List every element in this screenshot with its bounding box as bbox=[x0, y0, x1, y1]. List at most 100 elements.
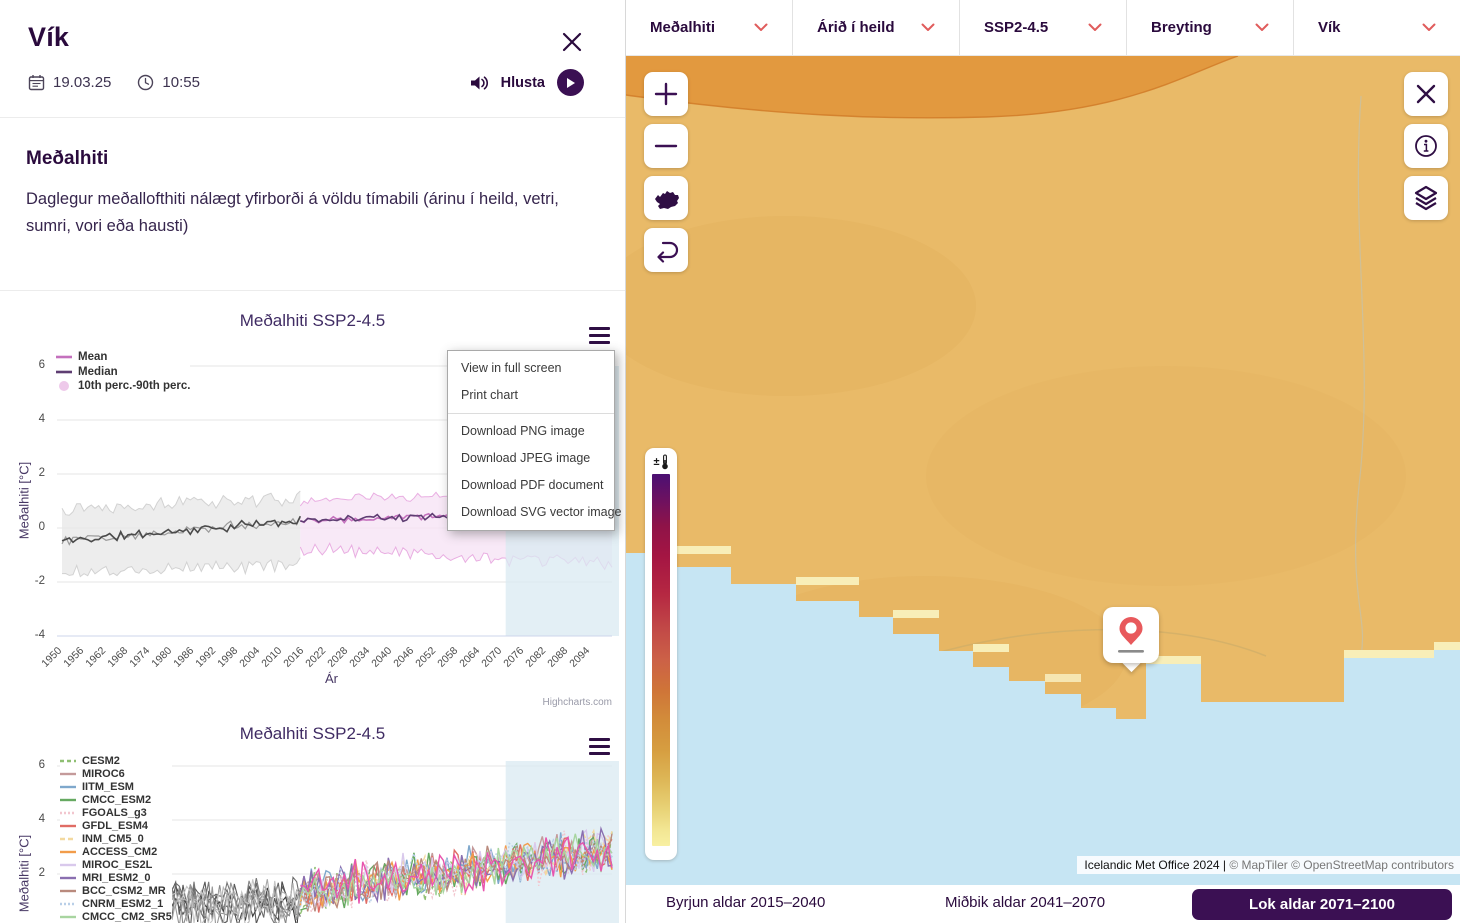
hamburger-menu-icon[interactable] bbox=[589, 738, 610, 755]
zoom-out-button[interactable] bbox=[644, 124, 688, 168]
calendar-icon bbox=[28, 74, 45, 91]
y-axis-title: Meðalhiti [°C] bbox=[17, 451, 32, 551]
chevron-down-icon bbox=[1255, 23, 1269, 32]
y-tick-label: -4 bbox=[15, 629, 45, 641]
legend-swatch bbox=[60, 824, 76, 828]
legend-item-cmcc-esm2[interactable]: CMCC_ESM2 bbox=[60, 793, 172, 806]
legend-item-fgoals-g3[interactable]: FGOALS_g3 bbox=[60, 806, 172, 819]
undo-arrow-icon bbox=[651, 236, 681, 264]
legend-label: Mean bbox=[78, 351, 107, 363]
legend-label: Median bbox=[78, 366, 118, 378]
period-button[interactable]: Byrjun aldar 2015–2040 bbox=[666, 894, 825, 911]
legend-swatch bbox=[60, 915, 76, 919]
dropdown-mode-label: Breyting bbox=[1151, 19, 1212, 36]
chevron-down-icon bbox=[754, 23, 768, 32]
temperature-gradient bbox=[652, 474, 670, 846]
legend-swatch bbox=[60, 811, 76, 815]
zoom-in-button[interactable] bbox=[644, 72, 688, 116]
attribution-links[interactable]: © MapTiler © OpenStreetMap contributors bbox=[1226, 858, 1454, 872]
legend-item-10th-perc-90th-perc-[interactable]: 10th perc.-90th perc. bbox=[56, 380, 190, 392]
close-map-layer-button[interactable] bbox=[1404, 72, 1448, 116]
dropdown-scenario[interactable]: SSP2-4.5 bbox=[960, 0, 1127, 55]
y-tick-label: 4 bbox=[15, 413, 45, 425]
panel-header: Vík 19.03.25 bbox=[0, 0, 625, 118]
legend-swatch bbox=[60, 876, 76, 880]
legend-item-cesm2[interactable]: CESM2 bbox=[60, 754, 172, 767]
listen-button[interactable]: Hlusta bbox=[501, 75, 545, 91]
legend-label: INM_CM5_0 bbox=[82, 833, 144, 845]
dropdown-mode[interactable]: Breyting bbox=[1127, 0, 1294, 55]
legend-swatch bbox=[60, 863, 76, 867]
climate-dashboard: Vík 19.03.25 bbox=[0, 0, 1460, 923]
legend-item-cnrm-esm2-1[interactable]: CNRM_ESM2_1 bbox=[60, 897, 172, 910]
legend-item-iitm-esm[interactable]: IITM_ESM bbox=[60, 780, 172, 793]
menu-item-download-svg-vector-image[interactable]: Download SVG vector image bbox=[448, 499, 614, 526]
dropdown-period[interactable]: Árið í heild bbox=[793, 0, 960, 55]
listen-controls: Hlusta bbox=[469, 69, 584, 96]
legend-swatch bbox=[56, 355, 72, 359]
legend-item-miroc6[interactable]: MIROC6 bbox=[60, 767, 172, 780]
map-attribution[interactable]: Icelandic Met Office 2024 | © MapTiler ©… bbox=[1077, 856, 1460, 874]
play-button[interactable] bbox=[557, 69, 584, 96]
reset-view-button[interactable] bbox=[644, 176, 688, 220]
dropdown-scenario-label: SSP2-4.5 bbox=[984, 19, 1048, 36]
legend-item-bcc-csm2-mr[interactable]: BCC_CSM2_MR bbox=[60, 884, 172, 897]
map-area[interactable]: ± Icelandic Met Office 2024 bbox=[626, 56, 1460, 885]
dropdown-variable[interactable]: Meðalhiti bbox=[626, 0, 793, 55]
chevron-down-icon bbox=[921, 23, 935, 32]
legend-label: FGOALS_g3 bbox=[82, 807, 147, 819]
legend-label: BCC_CSM2_MR bbox=[82, 885, 166, 897]
legend-item-inm-cm5-0[interactable]: INM_CM5_0 bbox=[60, 832, 172, 845]
hist-band bbox=[62, 491, 300, 577]
layers-icon bbox=[1411, 183, 1441, 213]
period-button[interactable]: Miðbik aldar 2041–2070 bbox=[945, 894, 1105, 911]
map-filter-bar: Meðalhiti Árið í heild SSP2-4.5 Breyting Vík bbox=[626, 0, 1460, 56]
legend-label: CMCC_CM2_SR5 bbox=[82, 911, 172, 923]
variable-description: Meðalhiti Daglegur meðallofthiti nálægt … bbox=[0, 118, 625, 291]
info-button[interactable] bbox=[1404, 124, 1448, 168]
detail-panel: Vík 19.03.25 bbox=[0, 0, 625, 923]
menu-item-view-in-full-screen[interactable]: View in full screen bbox=[448, 355, 614, 382]
chart-context-menu: View in full screenPrint chart Download P… bbox=[447, 350, 615, 531]
period-button-active[interactable]: Lok aldar 2071–2100 bbox=[1192, 889, 1452, 920]
legend-item-cmcc-cm2-sr5[interactable]: CMCC_CM2_SR5 bbox=[60, 910, 172, 923]
legend-item-median[interactable]: Median bbox=[56, 366, 190, 378]
location-marker[interactable] bbox=[1103, 607, 1159, 663]
close-icon bbox=[560, 30, 584, 54]
legend-label: IITM_ESM bbox=[82, 781, 134, 793]
menu-item-download-png-image[interactable]: Download PNG image bbox=[448, 418, 614, 445]
chart-legend: Mean Median 10th perc.-90th perc. bbox=[56, 351, 190, 395]
variable-description-text: Daglegur meðallofthiti nálægt yfirborði … bbox=[26, 186, 592, 239]
dropdown-location[interactable]: Vík bbox=[1294, 0, 1460, 55]
legend-item-miroc-es2l[interactable]: MIROC_ES2L bbox=[60, 858, 172, 871]
layers-button[interactable] bbox=[1404, 176, 1448, 220]
menu-item-download-pdf-document[interactable]: Download PDF document bbox=[448, 472, 614, 499]
hamburger-menu-icon[interactable] bbox=[589, 327, 610, 344]
legend-item-gfdl-esm4[interactable]: GFDL_ESM4 bbox=[60, 819, 172, 832]
models-chart: Meðalhiti SSP2-4.5 CESM2MIROC6IITM_ESMCM… bbox=[0, 716, 625, 923]
legend-swatch bbox=[60, 837, 76, 841]
dropdown-location-label: Vík bbox=[1318, 19, 1341, 36]
legend-item-mean[interactable]: Mean bbox=[56, 351, 190, 363]
chevron-down-icon bbox=[1088, 23, 1102, 32]
legend-label: GFDL_ESM4 bbox=[82, 820, 148, 832]
menu-separator bbox=[448, 413, 614, 414]
close-panel-button[interactable] bbox=[560, 30, 584, 54]
legend-label: CNRM_ESM2_1 bbox=[82, 898, 163, 910]
dropdown-variable-label: Meðalhiti bbox=[650, 19, 715, 36]
menu-item-download-jpeg-image[interactable]: Download JPEG image bbox=[448, 445, 614, 472]
chevron-down-icon bbox=[1422, 23, 1436, 32]
period-selector: Byrjun aldar 2015–2040 Miðbik aldar 2041–… bbox=[626, 885, 1460, 923]
legend-item-mri-esm2-0[interactable]: MRI_ESM2_0 bbox=[60, 871, 172, 884]
play-icon bbox=[565, 77, 576, 89]
undo-button[interactable] bbox=[644, 228, 688, 272]
minus-icon bbox=[653, 133, 679, 159]
map-panel: Meðalhiti Árið í heild SSP2-4.5 Breyting Vík bbox=[625, 0, 1460, 923]
menu-item-print-chart[interactable]: Print chart bbox=[448, 382, 614, 409]
date-value: 19.03.25 bbox=[53, 74, 111, 91]
highcharts-credit[interactable]: Highcharts.com bbox=[543, 697, 612, 708]
legend-item-access-cm2[interactable]: ACCESS_CM2 bbox=[60, 845, 172, 858]
legend-swatch bbox=[60, 785, 76, 789]
legend-swatch bbox=[60, 902, 76, 906]
chart-legend: CESM2MIROC6IITM_ESMCMCC_ESM2FGOALS_g3GFD… bbox=[60, 754, 172, 923]
